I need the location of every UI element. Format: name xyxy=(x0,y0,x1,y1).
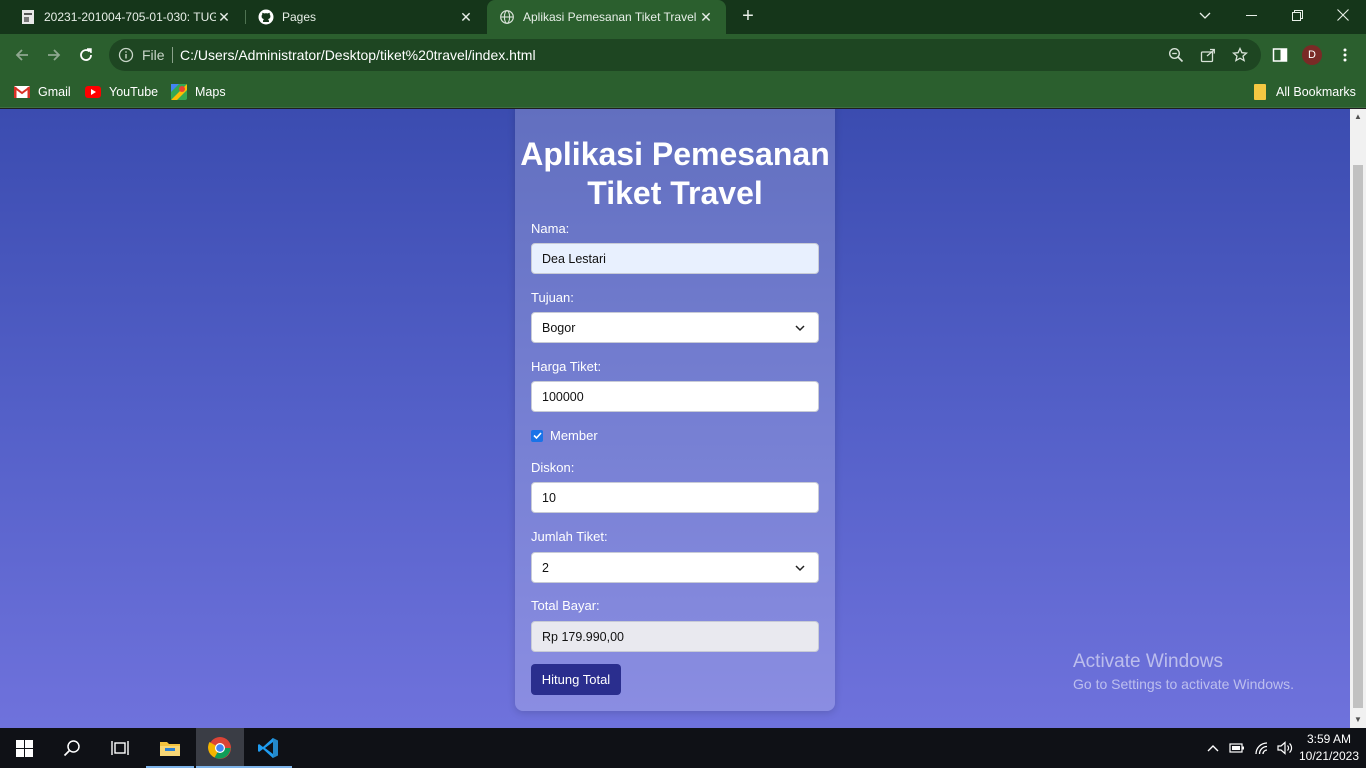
activation-watermark-subtitle: Go to Settings to activate Windows. xyxy=(1073,676,1294,692)
diskon-label: Diskon: xyxy=(531,460,575,475)
bookmark-label: Gmail xyxy=(38,85,71,99)
document-icon xyxy=(20,9,36,25)
scroll-up-arrow-icon[interactable]: ▲ xyxy=(1350,109,1366,125)
nama-value: Dea Lestari xyxy=(542,251,606,266)
harga-value: 100000 xyxy=(542,389,584,404)
bookmark-youtube[interactable]: YouTube xyxy=(85,83,158,101)
volume-icon[interactable] xyxy=(1277,740,1293,756)
tab-search-chevron-icon[interactable] xyxy=(1182,0,1228,30)
minimize-icon[interactable] xyxy=(1228,0,1274,30)
member-checkbox[interactable] xyxy=(531,429,543,442)
windows-start-icon[interactable] xyxy=(0,728,48,768)
vscode-icon[interactable] xyxy=(244,728,292,768)
total-output: Rp 179.990,00 xyxy=(531,621,819,652)
address-bar[interactable]: File C:/Users/Administrator/Desktop/tike… xyxy=(109,39,1261,71)
harga-input[interactable]: 100000 xyxy=(531,381,819,412)
gmail-icon xyxy=(14,85,30,99)
nama-input[interactable]: Dea Lestari xyxy=(531,243,819,274)
tujuan-select[interactable]: Bogor xyxy=(531,312,819,343)
all-bookmarks[interactable]: All Bookmarks xyxy=(1252,83,1356,101)
all-bookmarks-label: All Bookmarks xyxy=(1276,85,1356,99)
url-text[interactable]: C:/Users/Administrator/Desktop/tiket%20t… xyxy=(180,47,536,63)
page-viewport: Aplikasi Pemesanan Tiket Travel Nama: De… xyxy=(0,109,1350,728)
windows-taskbar xyxy=(0,728,1366,768)
restore-icon[interactable] xyxy=(1274,0,1320,30)
close-icon[interactable]: ✕ xyxy=(698,9,714,25)
task-view-icon[interactable] xyxy=(96,728,144,768)
battery-icon[interactable] xyxy=(1229,740,1245,756)
scheme-label: File xyxy=(142,47,165,63)
share-icon[interactable] xyxy=(1200,47,1216,63)
member-checkbox-row[interactable]: Member xyxy=(531,428,598,443)
profile-avatar[interactable]: D xyxy=(1302,45,1322,65)
show-hidden-icons-chevron-icon[interactable] xyxy=(1205,740,1221,756)
info-icon[interactable] xyxy=(118,47,134,63)
close-icon[interactable]: ✕ xyxy=(216,9,232,25)
tujuan-value: Bogor xyxy=(542,320,576,335)
hitung-total-button[interactable]: Hitung Total xyxy=(531,664,621,695)
jumlah-select[interactable]: 2 xyxy=(531,552,819,583)
system-clock[interactable]: 3:59 AM 10/21/2023 xyxy=(1296,731,1362,765)
diskon-input[interactable]: 10 xyxy=(531,482,819,513)
maps-icon xyxy=(171,84,187,100)
close-window-icon[interactable] xyxy=(1320,0,1366,30)
address-divider xyxy=(172,47,173,63)
menu-dots-icon[interactable] xyxy=(1337,47,1353,63)
scroll-down-arrow-icon[interactable]: ▼ xyxy=(1350,712,1366,728)
jumlah-label: Jumlah Tiket: xyxy=(531,529,608,544)
member-label: Member xyxy=(550,428,598,443)
youtube-icon xyxy=(85,85,101,99)
scrollbar-thumb[interactable] xyxy=(1353,165,1363,708)
chevron-down-icon xyxy=(795,325,805,332)
chrome-icon[interactable] xyxy=(196,728,244,768)
reload-icon[interactable] xyxy=(74,43,98,67)
checkmark-icon xyxy=(532,432,542,440)
tujuan-label: Tujuan: xyxy=(531,290,574,305)
clock-date: 10/21/2023 xyxy=(1298,749,1360,763)
globe-icon xyxy=(499,9,515,25)
order-form-card: Aplikasi Pemesanan Tiket Travel Nama: De… xyxy=(515,109,835,711)
new-tab-plus-icon[interactable]: + xyxy=(737,5,759,27)
clock-time: 3:59 AM xyxy=(1306,732,1352,746)
tab-title: Aplikasi Pemesanan Tiket Travel xyxy=(523,10,697,24)
side-panel-icon[interactable] xyxy=(1272,47,1288,63)
bookmark-label: YouTube xyxy=(109,85,159,99)
wifi-icon[interactable] xyxy=(1254,740,1270,756)
tab-aplikasi[interactable]: Aplikasi Pemesanan Tiket Travel ✕ xyxy=(487,0,726,34)
close-icon[interactable]: ✕ xyxy=(458,9,474,25)
forward-arrow-icon[interactable] xyxy=(42,43,66,67)
total-value: Rp 179.990,00 xyxy=(542,629,625,644)
tab-title: Pages xyxy=(282,10,317,24)
nama-label: Nama: xyxy=(531,221,570,236)
file-explorer-icon[interactable] xyxy=(146,728,194,768)
search-icon[interactable] xyxy=(48,728,96,768)
page-title: Aplikasi Pemesanan Tiket Travel xyxy=(520,136,830,211)
bookmark-label: Maps xyxy=(195,85,226,99)
tab-pages[interactable]: Pages ✕ xyxy=(246,0,486,34)
diskon-value: 10 xyxy=(542,490,556,505)
tab-title: 20231-201004-705-01-030: TUG xyxy=(44,10,216,24)
bookmark-gmail[interactable]: Gmail xyxy=(14,83,71,101)
github-icon xyxy=(258,9,274,25)
chevron-down-icon xyxy=(795,565,805,572)
zoom-icon[interactable] xyxy=(1168,47,1184,63)
back-arrow-icon[interactable] xyxy=(10,43,34,67)
tab-strip: 20231-201004-705-01-030: TUG ✕ Pages ✕ A… xyxy=(0,0,1366,34)
folder-icon xyxy=(1252,84,1268,100)
tab-document[interactable]: 20231-201004-705-01-030: TUG ✕ xyxy=(0,0,244,34)
activation-watermark-title: Activate Windows xyxy=(1073,651,1223,672)
bookmarks-bar: Gmail YouTube Maps All Bookmarks xyxy=(0,76,1366,108)
total-label: Total Bayar: xyxy=(531,598,600,613)
browser-toolbar: File C:/Users/Administrator/Desktop/tike… xyxy=(0,34,1366,76)
bookmark-star-icon[interactable] xyxy=(1231,46,1249,63)
bookmark-maps[interactable]: Maps xyxy=(171,83,226,101)
harga-label: Harga Tiket: xyxy=(531,359,602,374)
jumlah-value: 2 xyxy=(542,560,549,575)
